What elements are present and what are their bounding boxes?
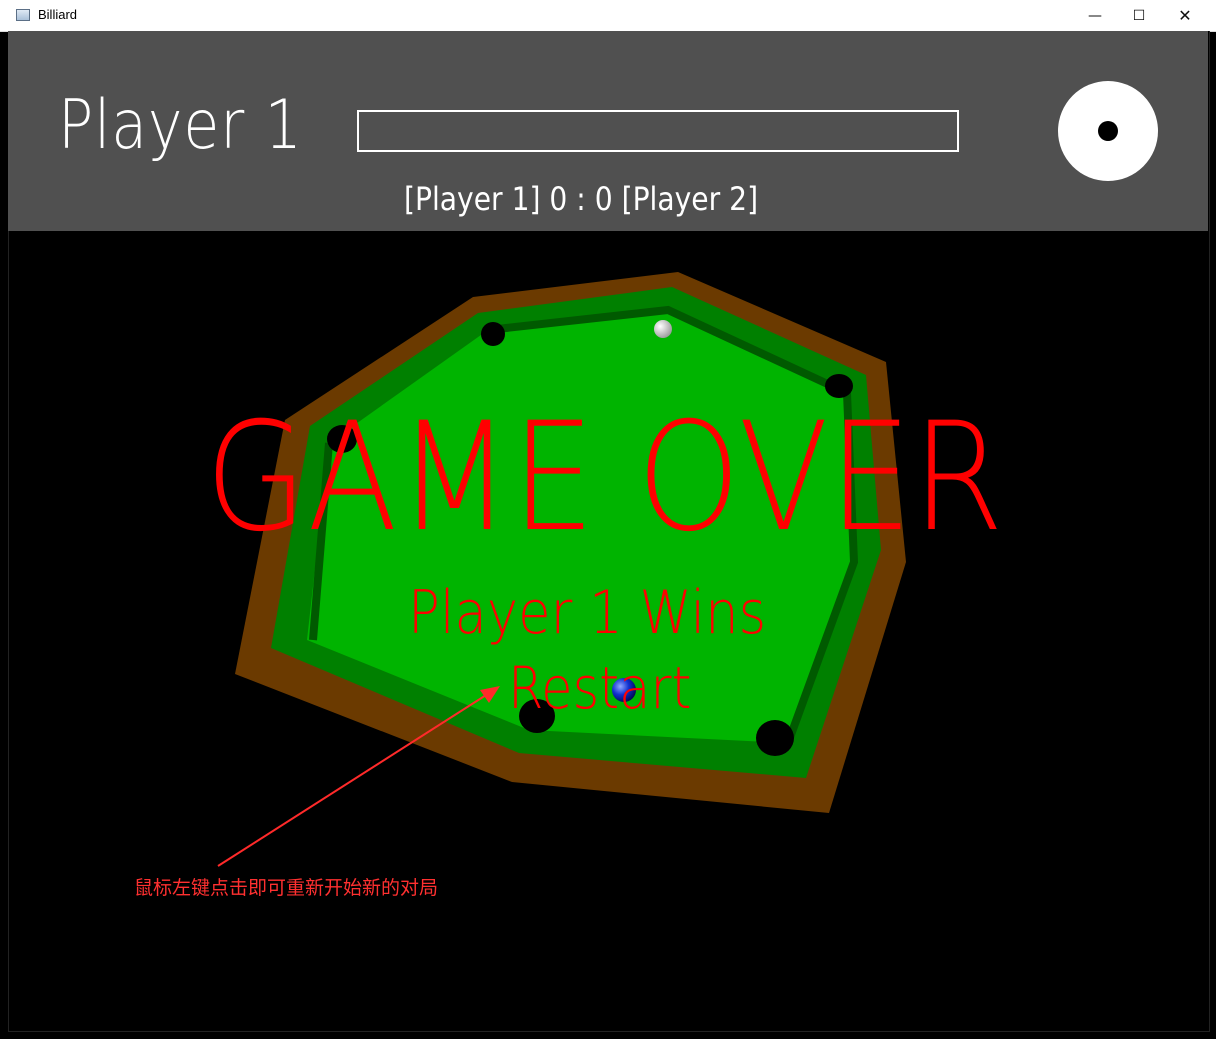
- game-over-title: GAME OVER: [205, 391, 1004, 565]
- cue-ball-target-icon[interactable]: [1058, 81, 1158, 181]
- current-player-label: Player 1: [58, 86, 303, 165]
- restart-button[interactable]: Restart: [508, 654, 691, 722]
- cue-ball: [654, 320, 672, 338]
- pocket: [481, 322, 505, 346]
- winner-label: Player 1 Wins: [408, 578, 767, 648]
- scoreboard: [Player 1] 0 : 0 [Player 2]: [404, 180, 759, 218]
- annotation-note: 鼠标左键点击即可重新开始新的对局: [134, 877, 439, 899]
- pocket: [756, 720, 794, 756]
- shot-power-bar: [357, 110, 959, 152]
- cue-hit-point[interactable]: [1098, 121, 1118, 141]
